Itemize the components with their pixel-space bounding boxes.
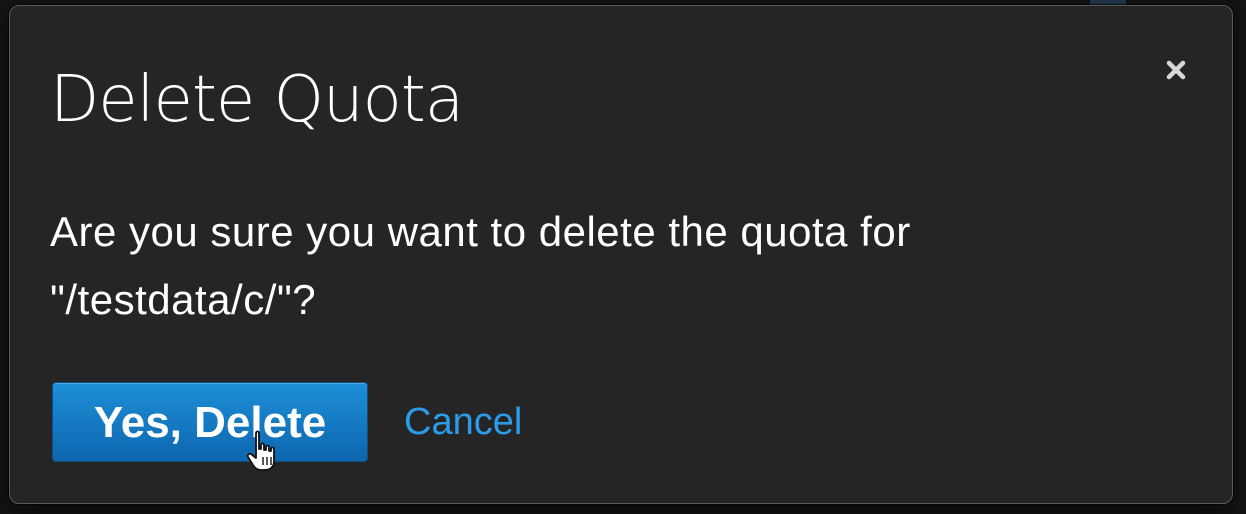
close-icon [1166, 60, 1186, 80]
delete-quota-dialog: Delete Quota Are you sure you want to de… [9, 5, 1233, 504]
dialog-message-line-2: "/testdata/c/"? [50, 276, 317, 323]
dialog-title: Delete Quota [50, 63, 464, 137]
close-button[interactable] [1160, 54, 1192, 86]
hand-pointer-icon [246, 430, 275, 471]
yes-delete-button[interactable]: Yes, Delete [52, 382, 368, 462]
dialog-message-line-1: Are you sure you want to delete the quot… [50, 208, 911, 255]
cancel-link[interactable]: Cancel [404, 402, 522, 442]
dialog-message: Are you sure you want to delete the quot… [50, 198, 1170, 334]
